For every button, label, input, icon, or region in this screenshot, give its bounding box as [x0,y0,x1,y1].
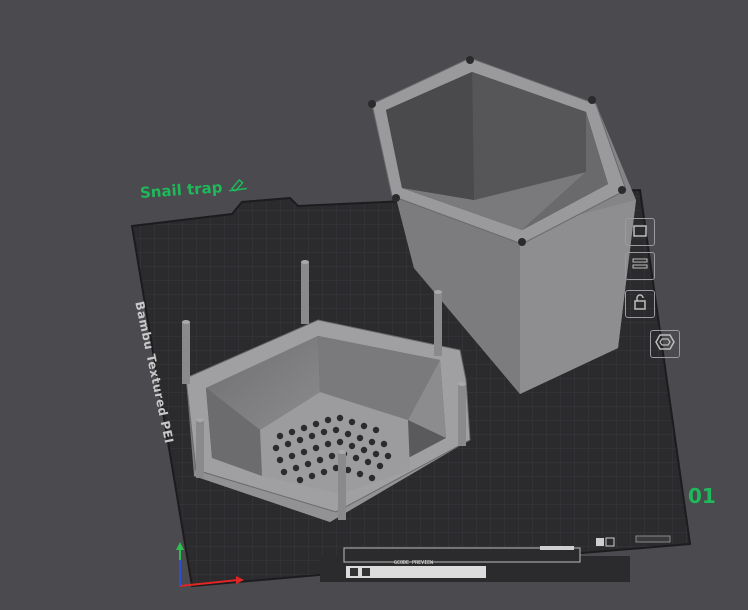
plate-settings-button[interactable] [625,252,655,280]
arrange-plate-button[interactable] [650,330,680,358]
pencil-icon[interactable] [228,177,247,196]
lock-icon [632,294,648,314]
plate-footer-text: GCODE PREVIEW [394,560,434,566]
hexagon-arrange-icon [655,333,675,355]
auto-orient-icon [632,223,648,242]
lock-plate-button[interactable] [625,290,655,318]
auto-orient-button[interactable] [625,218,655,246]
plate-settings-icon [631,256,649,276]
plate-number: 01 [688,484,716,508]
